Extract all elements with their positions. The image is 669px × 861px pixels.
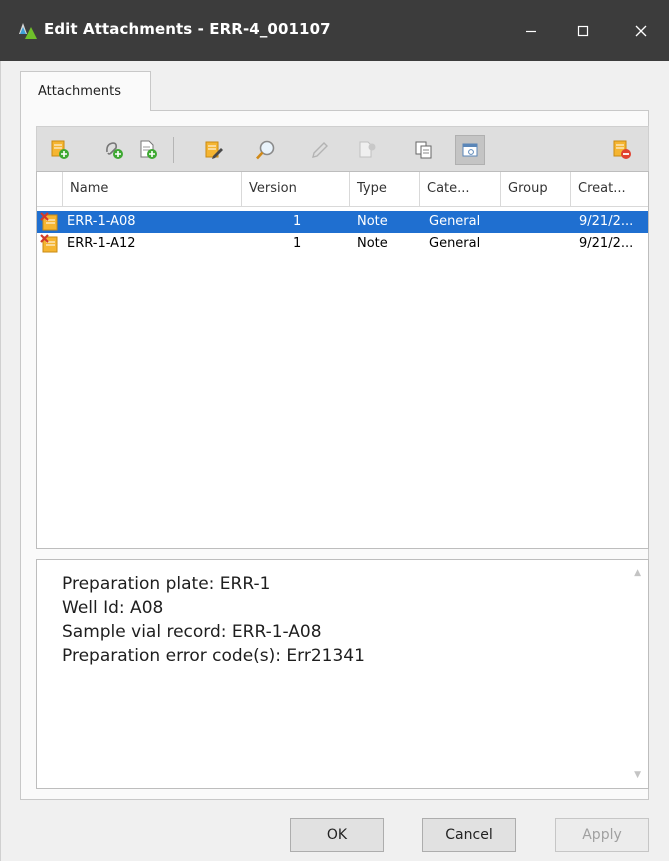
maximize-button[interactable] [560,15,606,47]
add-document-icon [140,140,157,159]
cell-created: 9/21/2... [579,236,634,251]
note-line: Preparation plate: ERR-1 [62,574,271,594]
note-preview[interactable]: Preparation plate: ERR-1 Well Id: A08 Sa… [36,559,649,789]
note-line: Sample vial record: ERR-1-A08 [62,622,322,642]
remove-attachment-button[interactable] [607,135,637,165]
column-header-name[interactable]: Name [63,172,242,206]
minimize-button[interactable] [508,15,554,47]
scroll-up-arrow[interactable]: ▲ [634,568,641,578]
cell-category: General [429,236,481,251]
app-logo-icon [19,23,37,39]
column-header-group[interactable]: Group [501,172,571,206]
column-header-version[interactable]: Version [242,172,350,206]
cell-created: 9/21/2... [579,214,634,229]
copy-icon [415,141,432,159]
table-row[interactable]: ERR-1-A08 1 Note General 9/21/2... [37,211,648,233]
cell-version: 1 [293,236,302,251]
add-attachment-button[interactable] [45,135,75,165]
add-attachment-icon [51,140,69,159]
column-header-created[interactable]: Creat... [571,172,648,206]
add-link-icon [106,142,123,159]
search-icon [256,140,275,160]
ok-button[interactable]: OK [290,818,384,852]
window-title: Edit Attachments - ERR-4_001107 [44,20,331,38]
title-bar: Edit Attachments - ERR-4_001107 [0,0,669,61]
cell-type: Note [357,236,388,251]
note-attachment-icon [40,234,58,253]
copy-button[interactable] [409,135,439,165]
search-button[interactable] [251,135,281,165]
column-header-icon [37,172,63,206]
maximize-icon [577,25,589,37]
close-button[interactable] [618,15,664,47]
toolbar-separator [173,137,174,163]
edit-note-icon [205,141,223,159]
note-attachment-icon [40,212,58,231]
attachments-toolbar [36,126,649,172]
tab-attachments[interactable]: Attachments [20,71,151,111]
document-settings-icon [359,141,376,158]
document-settings-button[interactable] [353,135,383,165]
minimize-icon [526,30,536,33]
pencil-icon [312,142,328,158]
cell-version: 1 [293,214,302,229]
cell-name: ERR-1-A08 [67,214,136,229]
apply-button[interactable]: Apply [555,818,649,852]
close-icon [635,25,647,37]
remove-attachment-icon [613,140,631,159]
column-header-type[interactable]: Type [350,172,420,206]
preview-pane-icon [462,143,478,157]
preview-pane-button[interactable] [455,135,485,165]
cancel-button[interactable]: Cancel [422,818,516,852]
tab-attachments-label: Attachments [38,84,121,99]
cell-category: General [429,214,481,229]
column-header-category[interactable]: Cate... [420,172,501,206]
note-line: Preparation error code(s): Err21341 [62,646,365,666]
table-row[interactable]: ERR-1-A12 1 Note General 9/21/2... [37,233,648,255]
grid-header: Name Version Type Cate... Group Creat... [37,172,648,207]
attachments-grid: Name Version Type Cate... Group Creat...… [36,171,649,549]
add-document-button[interactable] [133,135,163,165]
cell-type: Note [357,214,388,229]
edit-note-button[interactable] [199,135,229,165]
pencil-button[interactable] [305,135,335,165]
add-link-button[interactable] [99,135,129,165]
note-line: Well Id: A08 [62,598,164,618]
cell-name: ERR-1-A12 [67,236,136,251]
scroll-down-arrow[interactable]: ▼ [634,770,641,780]
